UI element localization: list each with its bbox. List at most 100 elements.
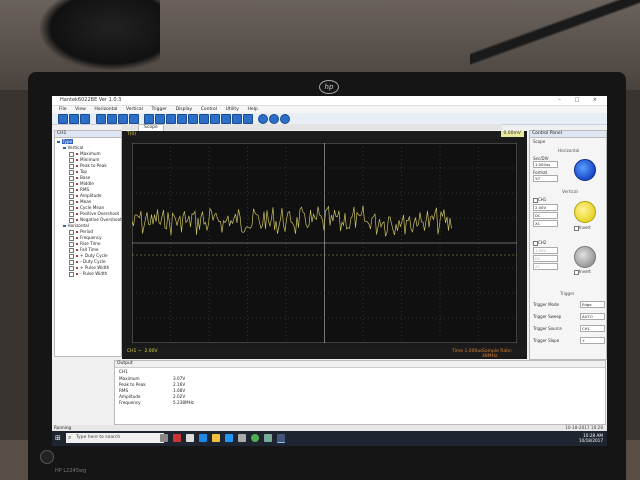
windows-start-icon[interactable]: ⊞ [55, 434, 63, 442]
control-tab-scope[interactable]: Scope [533, 139, 545, 144]
display-icon[interactable] [221, 114, 231, 124]
tree-item-label: Negative Overshoot [80, 217, 122, 222]
ch1-volts-select[interactable]: 2.00V [533, 204, 558, 211]
store-icon[interactable] [225, 434, 233, 442]
ch1-probe-select[interactable]: X1 [533, 220, 558, 227]
tree-item-checkbox[interactable] [69, 187, 74, 193]
fit-icon[interactable] [144, 114, 154, 124]
ch2-volts-knob[interactable] [574, 246, 596, 268]
measure-icon [75, 170, 78, 174]
app-icon-1[interactable] [173, 434, 181, 442]
waveform-grid[interactable] [132, 143, 517, 343]
edge-icon[interactable] [199, 434, 207, 442]
control-panel-header: Control Panel [530, 131, 606, 138]
ch1-coupling-select[interactable]: DC [533, 212, 558, 219]
search-placeholder: Type here to search [76, 435, 121, 440]
tree-item-checkbox[interactable] [69, 247, 74, 253]
trigger-mode-select[interactable]: Edge [580, 301, 605, 308]
grid-icon[interactable] [155, 114, 165, 124]
cursor-icon[interactable] [118, 114, 128, 124]
tree-item-label: - Pulse Width [80, 271, 108, 276]
file-explorer-icon[interactable] [212, 434, 220, 442]
tree-item-label: Middle [80, 181, 94, 186]
tab-scope[interactable]: Scope [138, 124, 164, 131]
measure-icon [75, 248, 78, 252]
trigger-slope-select[interactable]: + [580, 337, 605, 344]
fft-icon[interactable] [177, 114, 187, 124]
folder-icon [57, 140, 60, 144]
format-select[interactable]: Y-T [533, 175, 558, 182]
tree-item-checkbox[interactable] [69, 181, 74, 187]
tree-item-checkbox[interactable] [69, 217, 74, 223]
tree-item-checkbox[interactable] [69, 235, 74, 241]
menu-horizontal[interactable]: Horizontal [94, 106, 117, 113]
tree-item-checkbox[interactable] [69, 175, 74, 181]
channel-icon[interactable] [199, 114, 209, 124]
folder-icon [63, 146, 66, 150]
tree-item-checkbox[interactable] [69, 151, 74, 157]
zoom-in-icon[interactable] [96, 114, 106, 124]
menu-display[interactable]: Display [176, 106, 193, 113]
ch2-probe-select[interactable]: X1 [533, 263, 558, 270]
output-row-value: 5.238MHz [173, 400, 194, 405]
app-icon-3[interactable] [238, 434, 246, 442]
stop-icon[interactable] [269, 114, 279, 124]
reference-icon[interactable] [188, 114, 198, 124]
save-icon[interactable] [58, 114, 68, 124]
app-icon-4[interactable] [264, 434, 272, 442]
tool-icon[interactable] [80, 114, 90, 124]
taskbar-search[interactable]: ⌕ Type here to search [66, 433, 164, 443]
taskbar-clock[interactable]: 10:28 AM 10/18/2017 [579, 433, 603, 443]
tree-item-checkbox[interactable] [69, 211, 74, 217]
menu-utility[interactable]: Utility [226, 106, 239, 113]
math-icon[interactable] [166, 114, 176, 124]
scope-header: T(0) 0.00mV [122, 131, 527, 138]
trigger-source-select[interactable]: CH1 [580, 325, 605, 332]
tree-item-label: + Duty Cycle [80, 253, 108, 258]
tree-item-checkbox[interactable] [69, 265, 74, 271]
measure-icon[interactable] [129, 114, 139, 124]
ch1-volts-knob[interactable] [574, 201, 596, 223]
menu-file[interactable]: File [59, 106, 67, 113]
menu-view[interactable]: View [75, 106, 86, 113]
playback-icon[interactable] [243, 114, 253, 124]
menu-control[interactable]: Control [201, 106, 217, 113]
time-base-knob[interactable] [574, 159, 596, 181]
tree-item-label: Minimum [80, 157, 100, 162]
record-icon[interactable] [232, 114, 242, 124]
tree-item-checkbox[interactable] [69, 193, 74, 199]
tree-item-checkbox[interactable] [69, 271, 74, 277]
measure-icon [75, 242, 78, 246]
app-icon-2[interactable] [186, 434, 194, 442]
task-view-icon[interactable] [160, 434, 168, 442]
tree-item-checkbox[interactable] [69, 205, 74, 211]
window-controls[interactable]: – □ × [558, 97, 603, 103]
menu-vertical[interactable]: Vertical [126, 106, 143, 113]
time-div-select[interactable]: 1.000us [533, 161, 558, 168]
zoom-out-icon[interactable] [107, 114, 117, 124]
chrome-icon[interactable] [251, 434, 259, 442]
trigger-icon[interactable] [210, 114, 220, 124]
tree-item-checkbox[interactable] [69, 229, 74, 235]
tree-item-checkbox[interactable] [69, 259, 74, 265]
power-button[interactable] [40, 450, 54, 464]
ch2-volts-select[interactable]: 1.00V [533, 247, 558, 254]
waveform-canvas[interactable] [132, 143, 517, 343]
tree-item-checkbox[interactable] [69, 163, 74, 169]
tree-item-checkbox[interactable] [69, 169, 74, 175]
tree-item[interactable]: - Pulse Width [55, 271, 121, 277]
help-icon[interactable] [280, 114, 290, 124]
tree-item-checkbox[interactable] [69, 157, 74, 163]
tree-item-checkbox[interactable] [69, 253, 74, 259]
run-icon[interactable] [258, 114, 268, 124]
menu-help[interactable]: Help [247, 106, 257, 113]
hantek-app-icon[interactable] [277, 434, 285, 443]
trigger-sweep-select[interactable]: AUTO [580, 313, 605, 320]
print-icon[interactable] [69, 114, 79, 124]
measure-icon [75, 260, 78, 264]
ch2-coupling-select[interactable]: DC [533, 255, 558, 262]
tree-item-checkbox[interactable] [69, 241, 74, 247]
tree-item-checkbox[interactable] [69, 199, 74, 205]
menu-trigger[interactable]: Trigger [151, 106, 167, 113]
output-row-value: 3.07V [173, 376, 186, 381]
